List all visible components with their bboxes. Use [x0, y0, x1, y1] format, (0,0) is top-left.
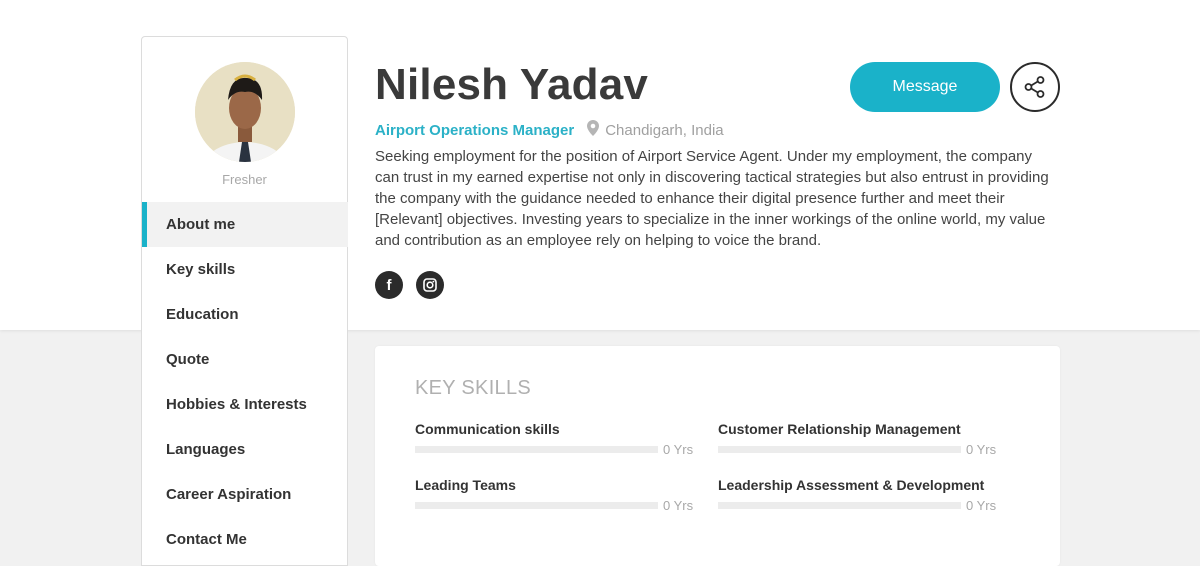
- profile-name: Nilesh Yadav: [375, 60, 649, 109]
- skill-name: Leadership Assessment & Development: [718, 477, 985, 493]
- skill-progress-bar: [718, 502, 961, 509]
- skill-name: Communication skills: [415, 421, 560, 437]
- skill-years: 0 Yrs: [966, 442, 997, 457]
- skill-progress-bar: [718, 446, 961, 453]
- social-links: f: [375, 271, 444, 299]
- skill-name: Customer Relationship Management: [718, 421, 961, 437]
- avatar: [195, 62, 295, 162]
- skill-name: Leading Teams: [415, 477, 516, 493]
- facebook-icon[interactable]: f: [375, 271, 403, 299]
- location-pin-icon: [587, 120, 600, 140]
- share-button[interactable]: [1010, 62, 1060, 112]
- skill-item: Leadership Assessment & Development 0 Yr…: [718, 477, 998, 513]
- sidebar-item-career-aspiration[interactable]: Career Aspiration: [142, 472, 348, 517]
- share-icon: [1024, 76, 1045, 98]
- skill-item: Leading Teams 0 Yrs: [415, 477, 695, 513]
- message-button[interactable]: Message: [850, 62, 1000, 112]
- key-skills-title: KEY SKILLS: [415, 377, 532, 399]
- instagram-icon[interactable]: [416, 271, 444, 299]
- sidebar-item-quote[interactable]: Quote: [142, 337, 348, 382]
- sidebar-item-about-me[interactable]: About me: [142, 202, 348, 247]
- skill-progress-bar: [415, 446, 658, 453]
- sidebar-item-education[interactable]: Education: [142, 292, 348, 337]
- skill-item: Communication skills 0 Yrs: [415, 421, 695, 457]
- skill-years: 0 Yrs: [663, 442, 694, 457]
- skill-progress-bar: [415, 502, 658, 509]
- profile-location: Chandigarh, India: [605, 121, 724, 139]
- experience-label: Fresher: [222, 172, 267, 187]
- role-location-line: Airport Operations Manager Chandigarh, I…: [375, 120, 724, 140]
- sidebar-item-languages[interactable]: Languages: [142, 427, 348, 472]
- sidebar-item-hobbies-interests[interactable]: Hobbies & Interests: [142, 382, 348, 427]
- avatar-photo: [195, 62, 295, 162]
- key-skills-card: KEY SKILLS Communication skills 0 Yrs Cu…: [375, 346, 1060, 566]
- skill-item: Customer Relationship Management 0 Yrs: [718, 421, 998, 457]
- profile-sidebar: Fresher About me Key skills Education Qu…: [141, 36, 348, 566]
- sidebar-item-key-skills[interactable]: Key skills: [142, 247, 348, 292]
- profile-bio: Seeking employment for the position of A…: [375, 148, 1049, 249]
- facebook-glyph: f: [386, 276, 392, 294]
- profile-role: Airport Operations Manager: [375, 121, 575, 139]
- sidebar-nav: About me Key skills Education Quote Hobb…: [142, 202, 348, 562]
- skill-years: 0 Yrs: [663, 498, 694, 513]
- skill-years: 0 Yrs: [966, 498, 997, 513]
- sidebar-item-contact-me[interactable]: Contact Me: [142, 517, 348, 562]
